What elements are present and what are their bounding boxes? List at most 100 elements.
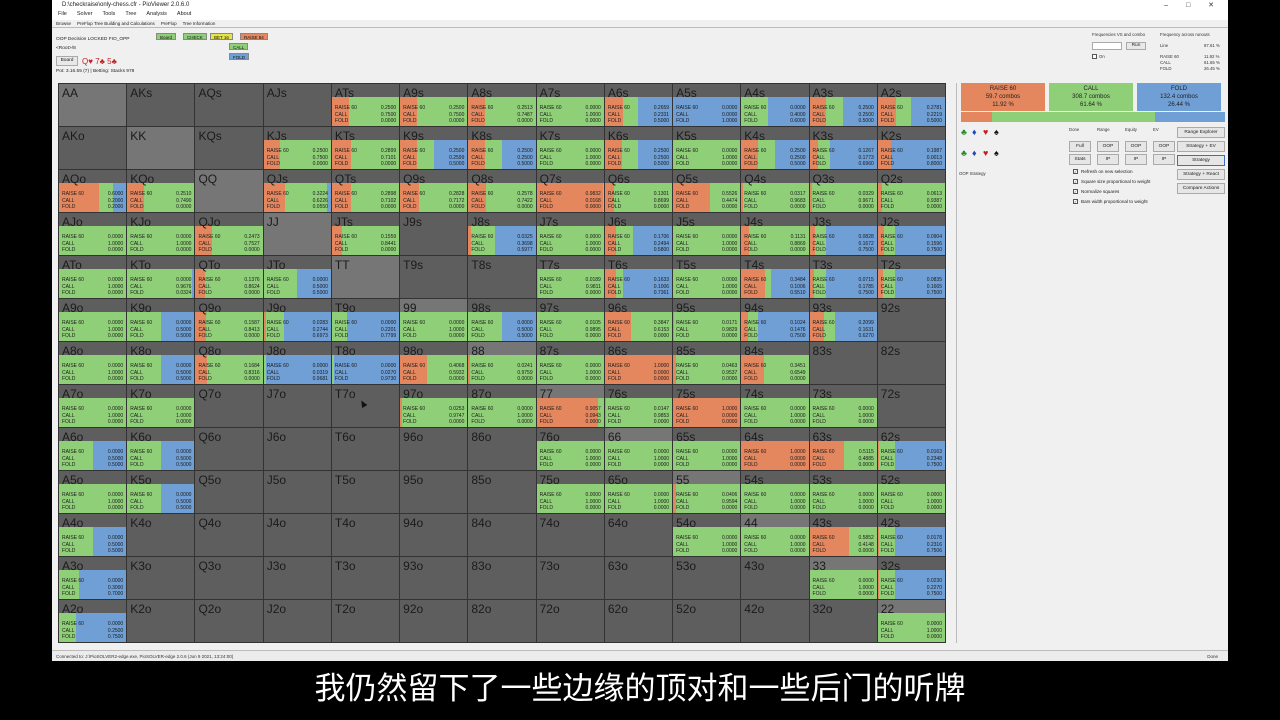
hand-cell[interactable]: K8o RAISE 60 0.0000 CALL 0.5000 FOLD 0.5000 [127,342,195,384]
view-strategy-ev[interactable]: Strategy + EV [1177,141,1225,152]
hand-cell[interactable]: 52o [673,600,741,642]
hand-cell[interactable]: 84s RAISE 60 0.3451 CALL 0.6549 FOLD 0.0000 [741,342,809,384]
hand-cell[interactable]: J7o [263,385,331,427]
hand-cell[interactable]: 65s RAISE 60 0.0000 CALL 1.0000 FOLD 0.0000 [673,428,741,470]
tab-2[interactable]: PreFlop [161,21,177,26]
hand-cell[interactable]: 44 RAISE 60 0.0000 CALL 1.0000 FOLD 0.0000 [741,514,809,556]
hand-cell[interactable]: K9s RAISE 60 0.2500 CALL 0.2599 FOLD 0.5000 [400,127,468,169]
hand-cell[interactable]: 84o [468,514,536,556]
display-button-full[interactable]: Full [1069,141,1091,152]
hand-cell[interactable]: T6o [331,428,400,470]
hand-cell[interactable]: T4o [331,514,400,556]
hand-cell[interactable]: Q3o [195,557,263,599]
window-controls[interactable]: – □ ✕ [1164,1,1222,9]
hand-cell[interactable]: K4s RAISE 60 0.2500 CALL 0.2500 FOLD 0.5000 [741,127,809,169]
hand-cell[interactable]: 54s RAISE 60 0.0000 CALL 1.0000 FOLD 0.0000 [741,471,809,513]
combo-input[interactable] [1092,42,1122,50]
hand-cell[interactable]: Q5s RAISE 60 0.5526 CALL 0.4474 FOLD 0.0000 [673,170,741,212]
hand-cell[interactable]: J8o RAISE 60 0.0000 CALL 0.0319 FOLD 0.9681 [263,342,331,384]
hand-cell[interactable]: 93s RAISE 60 0.2099 CALL 0.1631 FOLD 0.6270 [809,299,877,341]
hand-cell[interactable]: 22 RAISE 60 0.0000 CALL 1.0000 FOLD 0.0000 [877,600,945,642]
hand-cell[interactable]: 85o [468,471,536,513]
hand-cell[interactable]: 64o [604,514,673,556]
hand-cell[interactable]: Q2o [195,600,263,642]
hand-cell[interactable]: K3s RAISE 60 0.1267 CALL 0.1773 FOLD 0.6960 [809,127,877,169]
hand-cell[interactable]: A4o RAISE 60 0.0000 CALL 0.5000 FOLD 0.5000 [59,514,127,556]
hand-cell[interactable]: KQo RAISE 60 0.2510 CALL 0.7490 FOLD 0.0000 [127,170,195,212]
display-button-stats[interactable]: Stats [1069,154,1091,165]
hand-cell[interactable]: QTo RAISE 60 0.1376 CALL 0.8624 FOLD 0.0000 [195,256,263,298]
hand-cell[interactable]: JTs RAISE 60 0.1559 CALL 0.8441 FOLD 0.0000 [331,213,400,255]
hand-cell[interactable]: 64s RAISE 60 1.0000 CALL 0.0000 FOLD 0.0000 [741,428,809,470]
hand-cell[interactable]: 85s RAISE 60 0.0463 CALL 0.9537 FOLD 0.0000 [673,342,741,384]
hand-cell[interactable]: J3o [263,557,331,599]
summary-raise-60[interactable]: RAISE 60 59.7 combos 11.92 % [961,83,1045,111]
hand-cell[interactable]: 93o [400,557,468,599]
hand-cell[interactable]: AKo [59,127,127,169]
hand-cell[interactable]: KQs [195,127,263,169]
hand-cell[interactable]: 32o [809,600,877,642]
hand-cell[interactable]: T8o RAISE 60 0.0000 CALL 0.0270 FOLD 0.9730 [331,342,400,384]
hand-cell[interactable]: J9s [400,213,468,255]
display-button-ip[interactable]: IP [1153,154,1175,165]
menu-tools[interactable]: Tools [102,11,115,17]
option-checkbox[interactable]: ✓ Bars width proportional to weight [1073,199,1148,205]
option-checkbox[interactable]: ✓ Refresh on new selection [1073,169,1133,175]
hand-cell[interactable]: Q8s RAISE 60 0.2578 CALL 0.7422 FOLD 0.0000 [468,170,536,212]
hand-cell[interactable]: Q6o [195,428,263,470]
hand-cell[interactable]: 83o [468,557,536,599]
diamond-icon[interactable]: ♦ [972,127,977,137]
menu-about[interactable]: About [177,11,191,17]
hand-cell[interactable]: J4o [263,514,331,556]
hand-cell[interactable]: AJs [263,84,331,126]
hand-cell[interactable]: 53s RAISE 60 0.0000 CALL 1.0000 FOLD 0.0000 [809,471,877,513]
hand-cell[interactable]: A5s RAISE 60 0.0000 CALL 0.0000 FOLD 1.0000 [673,84,741,126]
hand-cell[interactable]: T7s RAISE 60 0.0189 CALL 0.9811 FOLD 0.0000 [536,256,604,298]
hand-cell[interactable]: AQs [195,84,263,126]
hand-cell[interactable]: 87o RAISE 60 0.0000 CALL 1.0000 FOLD 0.0000 [468,385,536,427]
hand-cell[interactable]: A2s RAISE 60 0.2781 CALL 0.2219 FOLD 0.5000 [877,84,945,126]
hand-cell[interactable]: Q4s RAISE 60 0.0317 CALL 0.9683 FOLD 0.0000 [741,170,809,212]
heart-icon[interactable]: ♥ [983,148,988,158]
hand-cell[interactable]: 73s RAISE 60 0.0000 CALL 1.0000 FOLD 0.0000 [809,385,877,427]
hand-cell[interactable]: QJo RAISE 60 0.2473 CALL 0.7527 FOLD 0.0000 [195,213,263,255]
diamond-icon[interactable]: ♦ [972,148,977,158]
action-chip-raise-84[interactable]: RAISE 84 [240,33,268,40]
hand-cell[interactable]: A9s RAISE 60 0.2500 CALL 0.7500 FOLD 0.0000 [400,84,468,126]
view-compare-actions[interactable]: Compare Actions [1177,183,1225,194]
hand-cell[interactable]: 43s RAISE 60 0.5852 CALL 0.4148 FOLD 0.0000 [809,514,877,556]
hand-cell[interactable]: A3o RAISE 60 0.0000 CALL 0.3000 FOLD 0.7000 [59,557,127,599]
hand-cell[interactable]: 98o RAISE 60 0.4068 CALL 0.5932 FOLD 0.0000 [400,342,468,384]
tab-0[interactable]: Browse [56,21,71,26]
hand-cell[interactable]: A7o RAISE 60 0.0000 CALL 1.0000 FOLD 0.0000 [59,385,127,427]
hand-cell[interactable]: Q9s RAISE 60 0.2828 CALL 0.7172 FOLD 0.0000 [400,170,468,212]
hand-cell[interactable]: T9o RAISE 60 0.0000 CALL 0.2201 FOLD 0.7799 [331,299,400,341]
hand-cell[interactable]: T8s [468,256,536,298]
hand-cell[interactable]: J7s RAISE 60 0.0000 CALL 1.0000 FOLD 0.0000 [536,213,604,255]
menu-file[interactable]: File [58,11,67,17]
hand-cell[interactable]: AQo RAISE 60 0.6000 CALL 0.2000 FOLD 0.2000 [59,170,127,212]
hand-cell[interactable]: QQ [195,170,263,212]
menu-solver[interactable]: Solver [77,11,93,17]
hand-cell[interactable]: 43o [741,557,809,599]
hand-cell[interactable]: 94s RAISE 60 0.1024 CALL 0.1476 FOLD 0.7500 [741,299,809,341]
option-checkbox[interactable]: ✓ Square size proportional to weight [1073,179,1150,185]
hand-cell[interactable]: 87s RAISE 60 0.0000 CALL 1.0000 FOLD 0.0000 [536,342,604,384]
hand-cell[interactable]: 72o [536,600,604,642]
hand-cell[interactable]: A6s RAISE 60 0.2659 CALL 0.2331 FOLD 0.5000 [604,84,673,126]
summary-call[interactable]: CALL 308.7 combos 61.64 % [1049,83,1133,111]
hand-cell[interactable]: K6s RAISE 60 0.2500 CALL 0.2500 FOLD 0.5000 [604,127,673,169]
hand-cell[interactable]: 72s [877,385,945,427]
hand-cell[interactable]: 77 RAISE 60 0.9057 CALL 0.0943 FOLD 0.0000 [536,385,604,427]
hand-cell[interactable]: J4s RAISE 60 0.1131 CALL 0.8869 FOLD 0.0000 [741,213,809,255]
fold-chip[interactable]: FOLD [229,53,250,60]
hand-cell[interactable]: 82s [877,342,945,384]
hand-cell[interactable]: K5s RAISE 60 0.0000 CALL 1.0000 FOLD 0.0000 [673,127,741,169]
hand-cell[interactable]: 88 RAISE 60 0.0241 CALL 0.9759 FOLD 0.0000 [468,342,536,384]
hand-cell[interactable]: 96s RAISE 60 0.3847 CALL 0.6153 FOLD 0.0000 [604,299,673,341]
hand-cell[interactable]: T9s [400,256,468,298]
display-button-oop[interactable]: OOP [1097,141,1119,152]
hand-cell[interactable]: 74o [536,514,604,556]
display-button-ip[interactable]: IP [1125,154,1147,165]
hand-cell[interactable]: 52s RAISE 60 0.0000 CALL 1.0000 FOLD 0.0000 [877,471,945,513]
